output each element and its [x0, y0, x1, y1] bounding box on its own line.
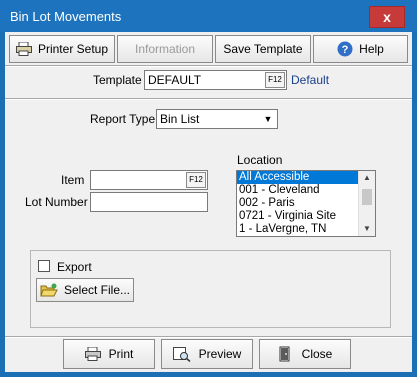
- item-label: Item: [61, 173, 85, 187]
- preview-label: Preview: [198, 347, 242, 361]
- window-close-button[interactable]: x: [369, 6, 405, 28]
- location-item[interactable]: All Accessible: [237, 171, 375, 184]
- title-bar: Bin Lot Movements x: [0, 0, 417, 32]
- footer-divider-highlight: [5, 337, 412, 338]
- printer-setup-button[interactable]: Printer Setup: [9, 35, 115, 63]
- chevron-down-icon[interactable]: ▼: [260, 111, 276, 127]
- location-item[interactable]: 1 - LaVergne, TN: [237, 223, 375, 236]
- report-type-value: Bin List: [160, 112, 200, 126]
- lot-number-label: Lot Number: [25, 195, 88, 209]
- preview-button[interactable]: Preview: [161, 339, 253, 369]
- export-label: Export: [57, 260, 92, 274]
- location-scrollbar[interactable]: ▲ ▼: [358, 171, 375, 236]
- report-type-label: Report Type: [90, 112, 156, 126]
- template-value: DEFAULT: [148, 73, 202, 87]
- printer-setup-label: Printer Setup: [37, 42, 109, 56]
- lot-number-input[interactable]: [90, 192, 208, 212]
- print-button[interactable]: Print: [63, 339, 155, 369]
- default-link[interactable]: Default: [291, 73, 329, 87]
- location-listbox[interactable]: All Accessible 001 - Cleveland 002 - Par…: [236, 170, 376, 237]
- save-template-label: Save Template: [223, 42, 303, 56]
- close-button[interactable]: Close: [259, 339, 351, 369]
- printer-icon: [15, 42, 32, 56]
- information-label: Information: [134, 42, 196, 56]
- template-divider-highlight: [5, 99, 412, 100]
- print-label: Print: [108, 347, 134, 361]
- save-template-button[interactable]: Save Template: [215, 35, 311, 63]
- toolbar-divider-highlight: [5, 66, 412, 67]
- exit-icon: [278, 346, 294, 362]
- select-file-label: Select File...: [63, 283, 131, 297]
- report-type-select[interactable]: Bin List ▼: [156, 109, 278, 129]
- printer-icon: [84, 347, 101, 361]
- export-checkbox[interactable]: [38, 260, 50, 272]
- svg-text:?: ?: [342, 44, 349, 56]
- information-button[interactable]: Information: [117, 35, 213, 63]
- location-item[interactable]: 001 - Cleveland: [237, 184, 375, 197]
- template-input[interactable]: DEFAULT F12: [144, 70, 287, 90]
- scroll-up-icon[interactable]: ▲: [359, 171, 375, 185]
- dialog-body: Printer Setup Information Save Template …: [5, 32, 412, 372]
- location-item[interactable]: 002 - Paris: [237, 197, 375, 210]
- print-preview-icon: [172, 346, 191, 362]
- open-folder-icon: [40, 283, 58, 298]
- help-icon: ?: [337, 41, 353, 57]
- location-label: Location: [237, 153, 283, 167]
- select-file-button[interactable]: Select File...: [36, 278, 134, 302]
- location-item[interactable]: 0721 - Virginia Site: [237, 210, 375, 223]
- help-button[interactable]: ? Help: [313, 35, 408, 63]
- scroll-down-icon[interactable]: ▼: [359, 222, 375, 236]
- template-label: Template: [93, 73, 142, 87]
- item-lookup-button[interactable]: F12: [186, 172, 206, 188]
- template-lookup-button[interactable]: F12: [265, 72, 285, 88]
- window-title: Bin Lot Movements: [10, 9, 122, 24]
- scroll-thumb[interactable]: [362, 189, 372, 205]
- close-label: Close: [301, 347, 333, 361]
- item-input[interactable]: F12: [90, 170, 208, 190]
- help-label: Help: [359, 42, 384, 56]
